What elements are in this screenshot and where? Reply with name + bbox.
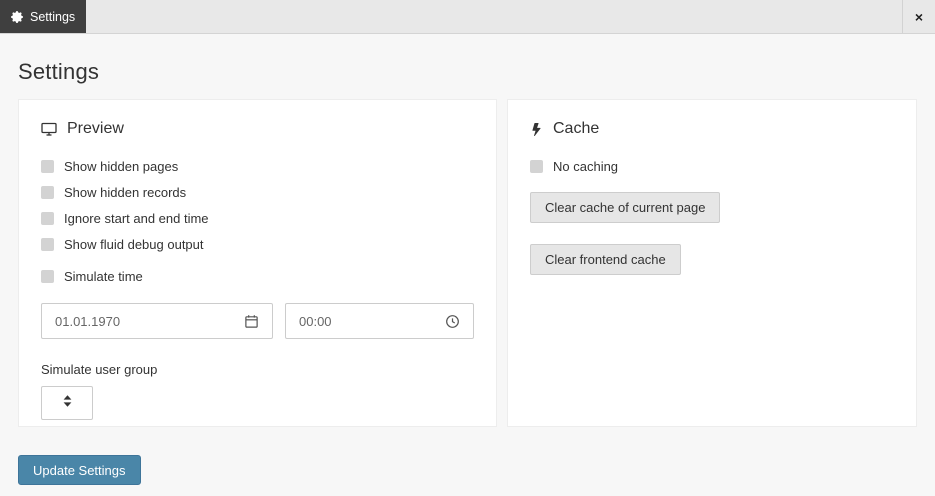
simulate-datetime-row: 01.01.1970 00:00 — [41, 303, 474, 339]
checkbox[interactable] — [41, 186, 54, 199]
lightning-icon — [530, 122, 543, 137]
admin-panel-topbar: Settings × — [0, 0, 935, 34]
simulate-date-input[interactable]: 01.01.1970 — [41, 303, 273, 339]
checkbox[interactable] — [41, 160, 54, 173]
settings-content: Settings Preview Show hidden pages — [0, 59, 935, 485]
checkbox-label: Show fluid debug output — [64, 237, 204, 252]
preview-panel-heading: Preview — [41, 119, 474, 139]
close-icon[interactable]: × — [902, 0, 935, 33]
settings-panels: Preview Show hidden pages Show hidden re… — [18, 99, 917, 427]
cache-panel: Cache No caching Clear cache of current … — [507, 99, 917, 427]
clear-cache-current-page-button[interactable]: Clear cache of current page — [530, 192, 720, 223]
tab-settings[interactable]: Settings — [0, 0, 86, 33]
time-value: 00:00 — [299, 314, 332, 329]
checkbox-label: Show hidden records — [64, 185, 186, 200]
gear-icon — [11, 11, 23, 23]
select-arrows-icon — [62, 394, 73, 413]
preview-panel-title: Preview — [67, 120, 124, 138]
calendar-icon[interactable] — [244, 314, 259, 329]
page-title: Settings — [18, 59, 917, 85]
clock-icon[interactable] — [445, 314, 460, 329]
checkbox-row-show-hidden-pages[interactable]: Show hidden pages — [41, 153, 474, 179]
update-settings-button[interactable]: Update Settings — [18, 455, 141, 485]
date-value: 01.01.1970 — [55, 314, 120, 329]
checkbox-row-show-hidden-records[interactable]: Show hidden records — [41, 179, 474, 205]
checkbox-row-ignore-start-end-time[interactable]: Ignore start and end time — [41, 205, 474, 231]
clear-frontend-cache-button[interactable]: Clear frontend cache — [530, 244, 681, 275]
checkbox-label: No caching — [553, 159, 618, 174]
checkbox-label: Show hidden pages — [64, 159, 178, 174]
monitor-icon — [41, 121, 57, 137]
checkbox-row-simulate-time[interactable]: Simulate time — [41, 263, 474, 289]
checkbox-label: Simulate time — [64, 269, 143, 284]
cache-panel-title: Cache — [553, 120, 599, 138]
preview-panel: Preview Show hidden pages Show hidden re… — [18, 99, 497, 427]
checkbox[interactable] — [530, 160, 543, 173]
checkbox-row-no-caching[interactable]: No caching — [530, 153, 894, 179]
checkbox-label: Ignore start and end time — [64, 211, 209, 226]
checkbox-row-show-fluid-debug-output[interactable]: Show fluid debug output — [41, 231, 474, 257]
simulate-user-group-select[interactable] — [41, 386, 93, 420]
simulate-time-input[interactable]: 00:00 — [285, 303, 474, 339]
checkbox[interactable] — [41, 238, 54, 251]
cache-panel-heading: Cache — [530, 119, 894, 139]
checkbox[interactable] — [41, 212, 54, 225]
tab-settings-label: Settings — [30, 10, 75, 24]
checkbox[interactable] — [41, 270, 54, 283]
simulate-user-group-label: Simulate user group — [41, 362, 474, 377]
